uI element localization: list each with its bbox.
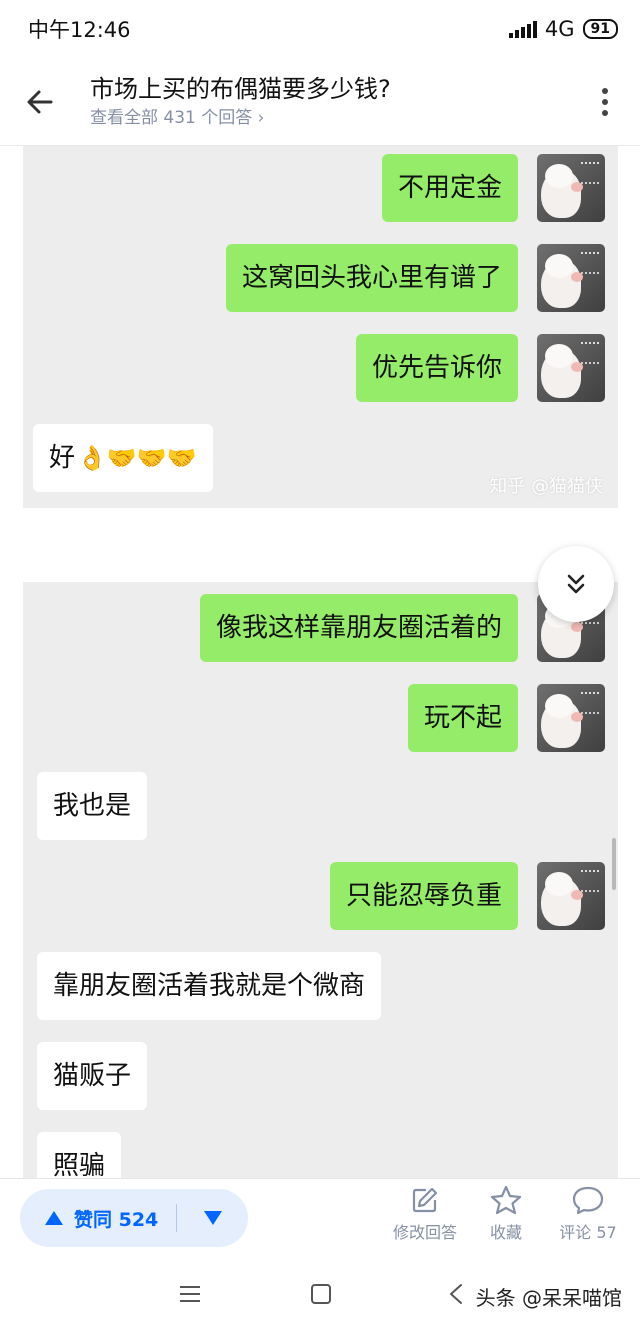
chevron-right-icon: › xyxy=(257,107,265,128)
chat-bubble-received: 好👌🤝🤝🤝 xyxy=(33,424,213,492)
more-dot-icon xyxy=(602,98,608,105)
chat-bubble-sent: 优先告诉你 xyxy=(355,334,518,402)
square-home-icon xyxy=(311,1284,331,1304)
chat-bubble-sent: 只能忍辱负重 xyxy=(329,862,518,930)
question-title-block[interactable]: 市场上买的布偶猫要多少钱? 查看全部 431 个回答 › xyxy=(80,73,570,131)
chat-screenshot-1: 不用定金 这窝回头我心里有谱了 优先告诉你 好👌🤝🤝🤝 知乎 @猫猫侠 xyxy=(23,146,618,508)
chat-message: 不用定金 xyxy=(381,154,518,222)
double-chevron-down-icon xyxy=(567,574,585,594)
status-indicators: 4G 91 xyxy=(508,17,618,41)
cat-avatar xyxy=(537,334,605,402)
edit-answer-label: 修改回答 xyxy=(392,1223,457,1242)
scrollbar-thumb[interactable] xyxy=(612,838,616,890)
comment-button[interactable]: 评论 57 xyxy=(548,1185,628,1251)
menu-icon xyxy=(180,1286,200,1302)
question-title: 市场上买的布偶猫要多少钱? xyxy=(90,74,391,103)
chat-bubble-sent: 玩不起 xyxy=(407,684,518,752)
triangle-up-icon xyxy=(45,1211,63,1225)
triangle-down-icon xyxy=(203,1211,222,1225)
collapse-button[interactable] xyxy=(538,546,614,622)
more-dot-icon xyxy=(602,87,608,94)
cat-avatar xyxy=(537,684,605,752)
upvote-label: 赞同 524 xyxy=(74,1208,159,1231)
battery-level: 91 xyxy=(590,21,610,37)
chat-message: 好👌🤝🤝🤝 xyxy=(33,424,213,492)
battery-icon: 91 xyxy=(582,19,618,39)
menu-nav-button[interactable] xyxy=(170,1278,210,1310)
chat-bubble-received: 靠朋友圈活着我就是个微商 xyxy=(37,952,382,1020)
cat-avatar xyxy=(537,244,605,312)
view-all-answers-label: 查看全部 431 个回答 xyxy=(90,107,253,128)
chat-bubble-sent: 这窝回头我心里有谱了 xyxy=(225,244,518,312)
chat-bubble-sent: 像我这样靠朋友圈活着的 xyxy=(199,594,518,662)
chat-message: 我也是 xyxy=(37,772,148,840)
back-button[interactable] xyxy=(0,58,80,146)
comment-label: 评论 57 xyxy=(559,1223,617,1242)
chat-message: 像我这样靠朋友圈活着的 xyxy=(199,594,518,662)
more-options-button[interactable] xyxy=(570,58,640,146)
comment-bubble-icon xyxy=(572,1186,604,1215)
toutiao-watermark: 头条 @呆呆喵馆 xyxy=(475,1286,622,1310)
chevron-left-icon xyxy=(450,1284,462,1304)
status-time: 中午12:46 xyxy=(28,18,131,42)
network-label: 4G xyxy=(544,17,575,41)
message-text: 好 xyxy=(49,443,76,473)
question-header: 市场上买的布偶猫要多少钱? 查看全部 431 个回答 › xyxy=(0,58,640,146)
more-dot-icon xyxy=(602,109,608,116)
upvote-button[interactable]: 赞同 524 xyxy=(20,1205,176,1232)
downvote-button[interactable] xyxy=(177,1210,248,1226)
chat-bubble-received: 照骗 xyxy=(37,1132,122,1178)
chat-screenshot-2: 像我这样靠朋友圈活着的 玩不起 我也是 只能忍辱负重 靠朋友圈活着我就是个微商 … xyxy=(23,582,618,1178)
status-bar: 中午12:46 4G 91 xyxy=(0,0,640,58)
zhihu-watermark: 知乎 @猫猫侠 xyxy=(489,476,603,497)
chat-message: 照骗 xyxy=(37,1132,122,1178)
star-icon xyxy=(490,1185,522,1215)
signal-icon xyxy=(508,20,537,38)
chat-bubble-sent: 不用定金 xyxy=(381,154,518,222)
chat-message: 这窝回头我心里有谱了 xyxy=(225,244,518,312)
system-nav-bar: 头条 @呆呆喵馆 xyxy=(0,1256,640,1332)
chat-message: 玩不起 xyxy=(407,684,518,752)
vote-group: 赞同 524 xyxy=(20,1189,248,1247)
cat-avatar xyxy=(537,862,605,930)
back-nav-button[interactable] xyxy=(436,1278,476,1310)
edit-icon xyxy=(412,1187,438,1213)
arrow-left-icon xyxy=(27,90,53,113)
chat-bubble-received: 我也是 xyxy=(37,772,148,840)
chat-message: 只能忍辱负重 xyxy=(329,862,518,930)
view-all-answers-link[interactable]: 查看全部 431 个回答 › xyxy=(90,105,570,131)
home-nav-button[interactable] xyxy=(301,1278,341,1310)
chat-message: 猫贩子 xyxy=(37,1042,148,1110)
chat-message: 靠朋友圈活着我就是个微商 xyxy=(37,952,382,1020)
cat-avatar xyxy=(537,154,605,222)
favorite-label: 收藏 xyxy=(489,1223,522,1242)
edit-answer-button[interactable]: 修改回答 xyxy=(385,1185,465,1251)
favorite-button[interactable]: 收藏 xyxy=(466,1185,546,1251)
answer-content[interactable]: 不用定金 这窝回头我心里有谱了 优先告诉你 好👌🤝🤝🤝 知乎 @猫猫侠 像我这样… xyxy=(0,146,640,1178)
ok-handshake-emoji-icon: 👌🤝🤝🤝 xyxy=(77,444,197,472)
answer-action-bar: 赞同 524 修改回答 收藏 评论 57 xyxy=(0,1178,640,1256)
chat-bubble-received: 猫贩子 xyxy=(37,1042,148,1110)
chat-message: 优先告诉你 xyxy=(355,334,518,402)
